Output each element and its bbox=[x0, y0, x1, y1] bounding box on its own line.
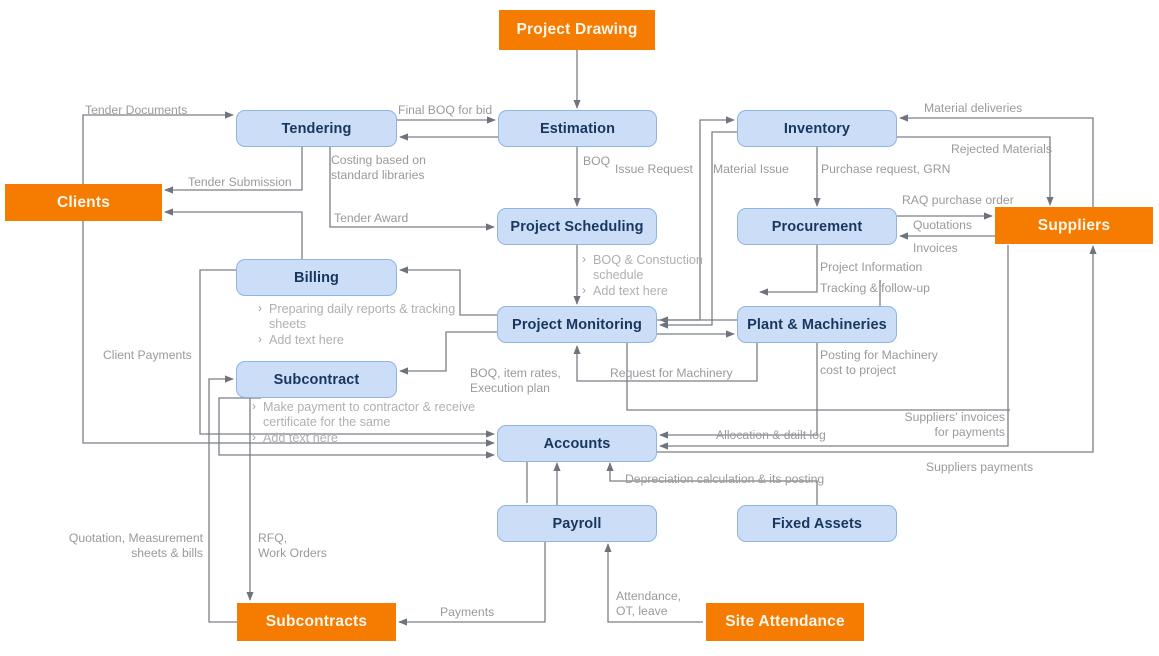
node-subcontracts[interactable]: Subcontracts bbox=[237, 603, 396, 641]
edge-label-suppliers-invoices: Suppliers' invoices for payments bbox=[904, 410, 1005, 439]
note-item: Add text here bbox=[258, 332, 488, 348]
edge-plant-accounts bbox=[659, 343, 818, 439]
node-procurement[interactable]: Procurement bbox=[737, 208, 897, 245]
edge-label-tender-submission: Tender Submission bbox=[188, 175, 292, 189]
note-item: Add text here bbox=[582, 283, 752, 299]
edge-subcontracts-subcontract bbox=[208, 375, 237, 623]
edge-label-tender-documents: Tender Documents bbox=[85, 103, 188, 117]
edge-label-purchase-request-grn: Purchase request, GRN bbox=[821, 162, 951, 176]
edge-label-rfq-work-orders: RFQ, Work Orders bbox=[258, 531, 327, 560]
edge-label-material-issue: Material Issue bbox=[713, 162, 789, 176]
edge-label-quotations: Quotations bbox=[913, 218, 972, 232]
scheduling-notes: BOQ & Constuction schedule Add text here bbox=[582, 252, 752, 301]
note-item: Make payment to contractor & receive cer… bbox=[252, 399, 502, 430]
node-clients[interactable]: Clients bbox=[5, 184, 162, 221]
edge-label-raq-purchase-order: RAQ purchase order bbox=[902, 193, 1014, 207]
edge-procurement-monitoring-a bbox=[759, 245, 818, 296]
edge-label-rejected-materials: Rejected Materials bbox=[951, 142, 1052, 156]
billing-notes: Preparing daily reports & tracking sheet… bbox=[258, 301, 488, 350]
edge-label-tracking-followup: Tracking & follow-up bbox=[820, 281, 930, 295]
note-item: Preparing daily reports & tracking sheet… bbox=[258, 301, 488, 332]
edge-label-client-payments: Client Payments bbox=[103, 348, 192, 362]
subcontract-notes: Make payment to contractor & receive cer… bbox=[252, 399, 502, 448]
node-project-monitoring[interactable]: Project Monitoring bbox=[497, 306, 657, 343]
node-project-drawing[interactable]: Project Drawing bbox=[499, 10, 655, 50]
note-item: Add text here bbox=[252, 430, 502, 446]
edge-label-posting-machinery-cost: Posting for Machinery cost to project bbox=[820, 348, 938, 377]
edge-label-tender-award: Tender Award bbox=[334, 211, 409, 225]
node-payroll[interactable]: Payroll bbox=[497, 505, 657, 542]
edge-label-allocation-daily-log: Allocation & dailt log bbox=[716, 428, 826, 442]
edge-label-boq-item-rates: BOQ, item rates, Execution plan bbox=[470, 366, 561, 395]
node-tendering[interactable]: Tendering bbox=[236, 110, 397, 147]
note-item: BOQ & Constuction schedule bbox=[582, 252, 752, 283]
node-site-attendance[interactable]: Site Attendance bbox=[706, 603, 864, 641]
edge-label-issue-request: Issue Request bbox=[615, 162, 693, 176]
flowchart-canvas: Project Drawing Estimation Tendering Inv… bbox=[0, 0, 1159, 656]
node-suppliers[interactable]: Suppliers bbox=[995, 207, 1153, 244]
node-accounts[interactable]: Accounts bbox=[497, 425, 657, 462]
edge-label-material-deliveries: Material deliveries bbox=[924, 101, 1023, 115]
node-fixed-assets[interactable]: Fixed Assets bbox=[737, 505, 897, 542]
node-billing[interactable]: Billing bbox=[236, 259, 397, 296]
edge-label-costing-standard-libs: Costing based on standard libraries bbox=[331, 153, 426, 182]
edge-label-invoices: Invoices bbox=[913, 241, 958, 255]
node-inventory[interactable]: Inventory bbox=[737, 110, 897, 147]
edge-label-payments: Payments bbox=[440, 605, 495, 619]
edge-label-depreciation-calc: Depreciation calculation & its posting bbox=[625, 472, 825, 486]
edge-label-attendance-ot-leave: Attendance, OT, leave bbox=[616, 589, 682, 618]
edge-label-project-information: Project Information bbox=[820, 260, 923, 274]
edge-label-final-boq-for-bid: Final BOQ for bid bbox=[398, 103, 493, 117]
node-subcontract[interactable]: Subcontract bbox=[236, 361, 397, 398]
edge-label-suppliers-payments: Suppliers payments bbox=[926, 460, 1034, 474]
edge-label-quotation-measurement: Quotation, Measurement sheets & bills bbox=[68, 531, 203, 560]
node-project-scheduling[interactable]: Project Scheduling bbox=[497, 208, 657, 245]
node-plant-machineries[interactable]: Plant & Machineries bbox=[737, 306, 897, 343]
edge-label-request-for-machinery: Request for Machinery bbox=[610, 366, 733, 380]
edge-billing-clients bbox=[164, 208, 303, 259]
